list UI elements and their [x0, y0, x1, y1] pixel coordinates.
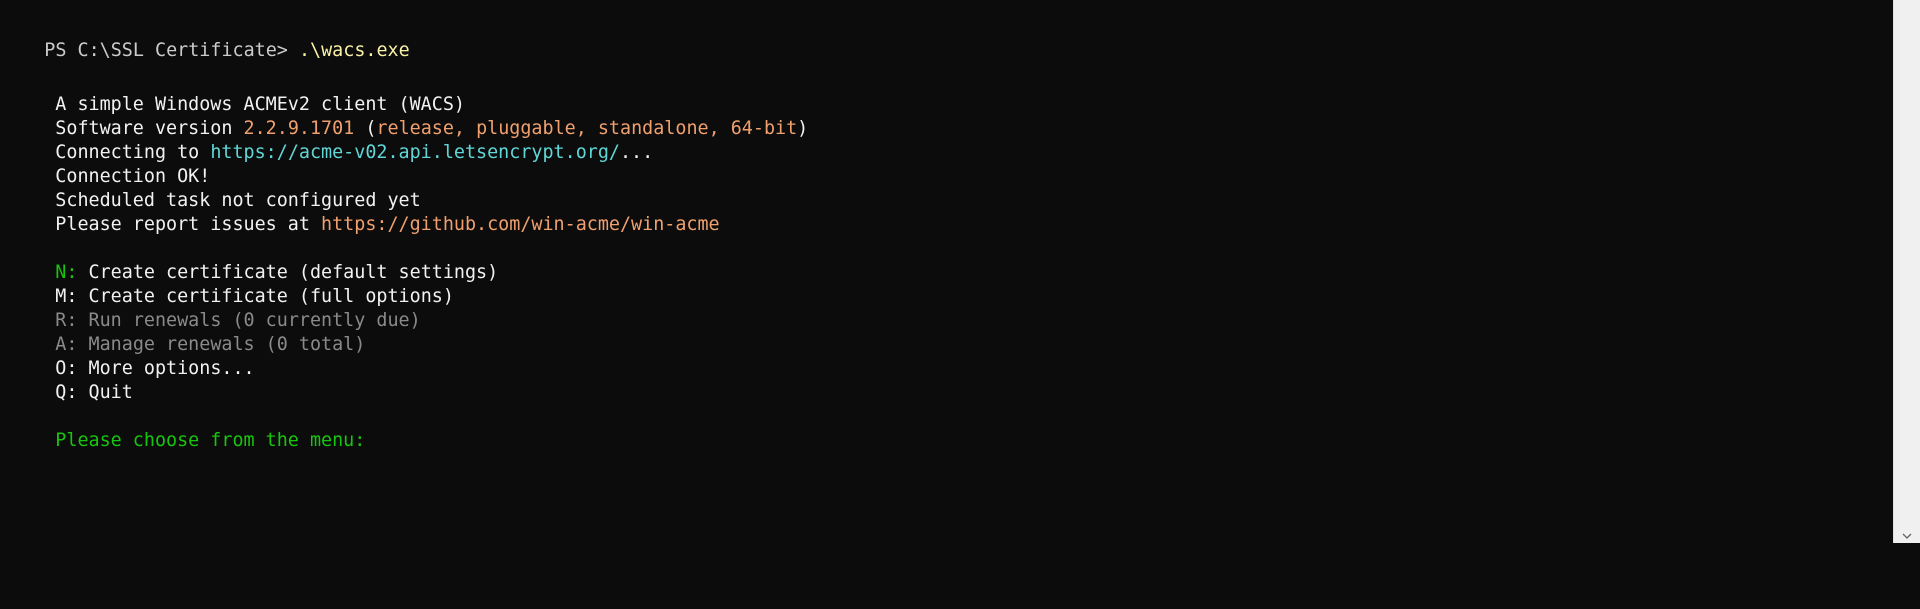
menu-item-o: O: More options...	[11, 333, 254, 379]
menu-prompt-text: Please choose from the menu:	[55, 430, 366, 451]
terminal-window[interactable]: PS C:\SSL Certificate> .\wacs.exe A simp…	[0, 0, 1893, 543]
chevron-down-icon	[1902, 533, 1912, 539]
menu-item-key: Q:	[55, 382, 78, 403]
app-title: A simple Windows ACMEv2 client (WACS)	[11, 69, 465, 115]
connecting-url: https://acme-v02.api.letsencrypt.org/	[210, 142, 620, 163]
prompt-path: PS C:\SSL Certificate>	[44, 40, 299, 61]
report-line: Please report issues at https://github.c…	[11, 189, 719, 235]
menu-item-m: M: Create certificate (full options)	[11, 261, 454, 307]
connecting-line: Connecting to https://acme-v02.api.letse…	[11, 117, 653, 163]
menu-item-r: R: Run renewals (0 currently due)	[11, 285, 420, 331]
report-url: https://github.com/win-acme/win-acme	[321, 214, 720, 235]
connection-status: Connection OK!	[11, 141, 210, 187]
prompt-command: .\wacs.exe	[298, 40, 410, 61]
menu-item-label: Quit	[77, 382, 133, 403]
version-details-close: )	[797, 118, 809, 139]
menu-item-q: Q: Quit	[11, 357, 133, 403]
vertical-scrollbar[interactable]	[1893, 0, 1920, 543]
menu-item-a: A: Manage renewals (0 total)	[11, 309, 365, 355]
version-line: Software version 2.2.9.1701 (release, pl…	[11, 93, 808, 139]
connecting-suffix: ...	[619, 142, 654, 163]
menu-item-n: N: Create certificate (default settings)	[11, 237, 498, 283]
scheduled-task-line: Scheduled task not configured yet	[11, 165, 420, 211]
scroll-down-button[interactable]	[1894, 529, 1920, 543]
report-prefix: Please report issues at	[55, 214, 322, 235]
prompt-line: PS C:\SSL Certificate> .\wacs.exe	[0, 15, 409, 61]
menu-prompt: Please choose from the menu:	[11, 405, 365, 451]
